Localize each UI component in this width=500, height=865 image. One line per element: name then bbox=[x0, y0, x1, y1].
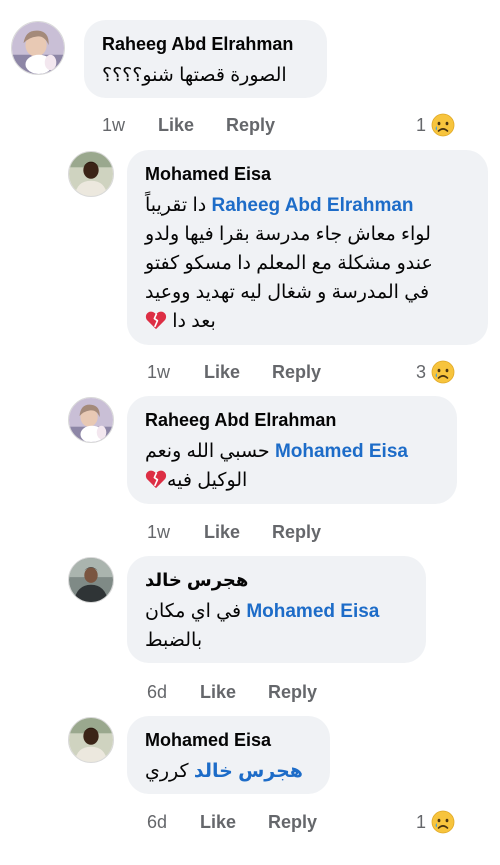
comment-author[interactable]: Raheeg Abd Elrahman bbox=[145, 409, 439, 432]
comment-text: Raheeg Abd Elrahman دا تقريباً لواء معاش… bbox=[145, 191, 470, 336]
comment-line: لواء معاش جاء مدرسة بقرا فيها ولدو bbox=[145, 224, 431, 245]
comment-line: بالضبط bbox=[145, 630, 203, 651]
comment-line: Mohamed Eisa في اي مكان bbox=[145, 597, 408, 626]
avatar[interactable] bbox=[11, 21, 65, 75]
comment-bubble: Mohamed Eisa هجرس خالد كرري bbox=[127, 716, 330, 794]
comment-author[interactable]: Raheeg Abd Elrahman bbox=[102, 33, 309, 56]
comment-timestamp[interactable]: 1w bbox=[147, 519, 204, 545]
comment-line: بعد دا bbox=[145, 307, 470, 336]
comment-actions: 6d Like Reply bbox=[147, 679, 317, 705]
reply-button[interactable]: Reply bbox=[268, 809, 317, 835]
comment-timestamp[interactable]: 1w bbox=[102, 112, 158, 138]
comment-timestamp[interactable]: 6d bbox=[147, 679, 200, 705]
comment-bubble: Raheeg Abd Elrahman الصورة قصتها شنو؟؟؟؟ bbox=[84, 20, 327, 98]
avatar[interactable] bbox=[68, 151, 114, 197]
reply-button[interactable]: Reply bbox=[226, 112, 275, 138]
comment-bubble: Raheeg Abd Elrahman Mohamed Eisa حسبي ال… bbox=[127, 396, 457, 504]
comment-line: الوكيل فيه bbox=[145, 466, 439, 495]
comment-line: Raheeg Abd Elrahman دا تقريباً bbox=[145, 191, 470, 220]
sad-face-icon bbox=[431, 113, 455, 137]
comment-line-text: في اي مكان bbox=[145, 601, 242, 622]
reply-button[interactable]: Reply bbox=[272, 359, 321, 385]
avatar[interactable] bbox=[68, 717, 114, 763]
comment-actions: 1w Like Reply bbox=[102, 112, 275, 138]
comment-line: هجرس خالد كرري bbox=[145, 757, 312, 786]
comment-actions: 1w Like Reply bbox=[147, 519, 321, 545]
reaction-summary[interactable]: 1 bbox=[416, 809, 455, 835]
comment-timestamp[interactable]: 1w bbox=[147, 359, 204, 385]
comment-line-text: كرري bbox=[145, 761, 189, 782]
comment-text: هجرس خالد كرري bbox=[145, 757, 312, 786]
comment-line-text: حسبي الله ونعم bbox=[145, 441, 270, 462]
reaction-summary[interactable]: 3 bbox=[416, 359, 455, 385]
comment-line-text: بعد دا bbox=[172, 311, 216, 332]
reply-button[interactable]: Reply bbox=[268, 679, 317, 705]
comment-author[interactable]: Mohamed Eisa bbox=[145, 163, 470, 186]
comment-author[interactable]: Mohamed Eisa bbox=[145, 729, 312, 752]
like-button[interactable]: Like bbox=[204, 359, 272, 385]
comment-actions: 1w Like Reply bbox=[147, 359, 321, 385]
comment-line-text: الوكيل فيه bbox=[167, 470, 248, 491]
mention-link[interactable]: Mohamed Eisa bbox=[246, 601, 379, 622]
comment-bubble: هجرس خالد Mohamed Eisa في اي مكان بالضبط bbox=[127, 556, 426, 663]
reaction-count: 1 bbox=[416, 811, 427, 832]
like-button[interactable]: Like bbox=[158, 112, 226, 138]
avatar[interactable] bbox=[68, 557, 114, 603]
comment-text: Mohamed Eisa حسبي الله ونعم الوكيل فيه bbox=[145, 437, 439, 495]
comment-text: الصورة قصتها شنو؟؟؟؟ bbox=[102, 61, 309, 90]
like-button[interactable]: Like bbox=[204, 519, 272, 545]
comment-actions: 6d Like Reply bbox=[147, 809, 317, 835]
sad-face-icon bbox=[431, 360, 455, 384]
reaction-summary[interactable]: 1 bbox=[416, 112, 455, 138]
comment-text: Mohamed Eisa في اي مكان بالضبط bbox=[145, 597, 408, 655]
comment-timestamp[interactable]: 6d bbox=[147, 809, 200, 835]
mention-link[interactable]: Mohamed Eisa bbox=[275, 441, 408, 462]
comment-line-text: دا تقريباً bbox=[145, 195, 207, 216]
mention-link[interactable]: هجرس خالد bbox=[194, 761, 303, 782]
avatar[interactable] bbox=[68, 397, 114, 443]
comment-line: عندو مشكلة مع المعلم دا مسكو كفتو bbox=[145, 253, 433, 274]
like-button[interactable]: Like bbox=[200, 679, 268, 705]
broken-heart-icon bbox=[145, 469, 167, 489]
comment-line: الصورة قصتها شنو؟؟؟؟ bbox=[102, 65, 287, 86]
mention-link[interactable]: Raheeg Abd Elrahman bbox=[212, 195, 414, 216]
comment-author[interactable]: هجرس خالد bbox=[145, 569, 408, 592]
reply-button[interactable]: Reply bbox=[272, 519, 321, 545]
sad-face-icon bbox=[431, 810, 455, 834]
reaction-count: 1 bbox=[416, 114, 427, 135]
comment-line: Mohamed Eisa حسبي الله ونعم bbox=[145, 437, 439, 466]
reaction-count: 3 bbox=[416, 361, 427, 382]
comment-line: في المدرسة و شغال ليه تهديد ووعيد bbox=[145, 282, 430, 303]
broken-heart-icon bbox=[145, 310, 167, 330]
comment-bubble: Mohamed Eisa Raheeg Abd Elrahman دا تقري… bbox=[127, 150, 488, 345]
like-button[interactable]: Like bbox=[200, 809, 268, 835]
